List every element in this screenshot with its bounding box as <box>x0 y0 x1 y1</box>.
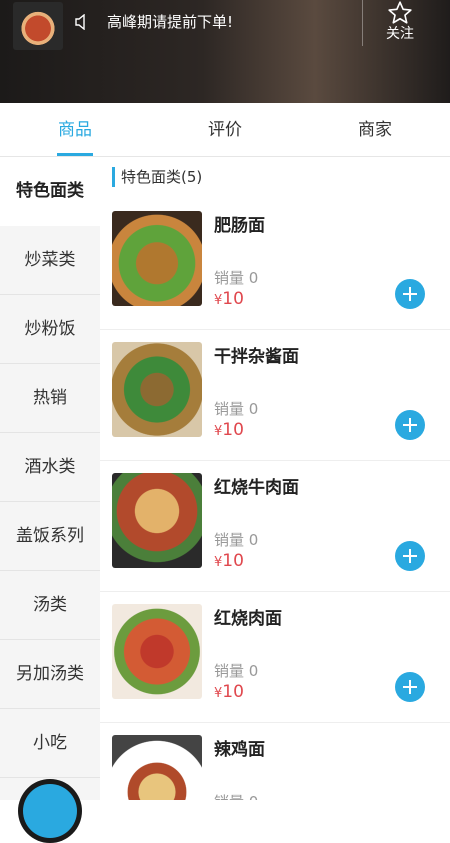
follow-label: 关注 <box>386 26 414 42</box>
header-divider <box>362 0 363 46</box>
active-tab-indicator <box>57 153 93 156</box>
product-price: ¥10 <box>214 551 244 571</box>
product-item[interactable]: 肥肠面 销量 0 ¥10 <box>100 199 450 330</box>
product-item[interactable]: 红烧牛肉面 销量 0 ¥10 <box>100 461 450 592</box>
category-item[interactable]: 酒水类 <box>0 433 100 502</box>
product-name: 肥肠面 <box>214 216 265 236</box>
product-name: 红烧肉面 <box>214 609 282 629</box>
star-outline-icon <box>388 1 412 24</box>
product-name: 红烧牛肉面 <box>214 478 299 498</box>
product-image <box>112 604 202 699</box>
product-name: 干拌杂酱面 <box>214 347 299 367</box>
add-to-cart-button[interactable] <box>395 279 425 309</box>
category-item[interactable]: 炒菜类 <box>0 226 100 295</box>
category-item[interactable]: 小吃 <box>0 709 100 778</box>
announcement-text: 高峰期请提前下单! <box>107 13 234 31</box>
store-header: 高峰期请提前下单! 关注 <box>0 0 450 103</box>
product-name: 辣鸡面 <box>214 740 265 760</box>
product-sales: 销量 0 <box>214 269 259 287</box>
product-sales: 销量 0 <box>214 531 259 549</box>
price-value: 10 <box>222 682 244 702</box>
price-value: 10 <box>222 420 244 440</box>
follow-button[interactable]: 关注 <box>370 0 430 48</box>
section-title: 特色面类(5) <box>112 167 202 187</box>
product-price: ¥10 <box>214 682 244 702</box>
price-value: 10 <box>222 289 244 309</box>
product-image <box>112 735 202 800</box>
product-sales: 销量 0 <box>214 791 258 800</box>
product-list: 特色面类(5) 肥肠面 销量 0 ¥10 干拌杂酱面 销量 0 ¥10 红烧牛肉… <box>100 157 450 800</box>
tab-goods[interactable]: 商品 <box>25 103 125 157</box>
product-image <box>112 473 202 568</box>
product-item[interactable]: 辣鸡面 销量 0 ¥10 <box>100 723 450 800</box>
product-image <box>112 342 202 437</box>
add-to-cart-button[interactable] <box>395 672 425 702</box>
product-sales: 销量 0 <box>214 400 259 418</box>
product-item[interactable]: 干拌杂酱面 销量 0 ¥10 <box>100 330 450 461</box>
speaker-icon <box>75 14 85 30</box>
category-item[interactable]: 特色面类 <box>0 157 100 226</box>
category-item[interactable]: 另加汤类 <box>0 640 100 709</box>
category-item[interactable]: 炒粉饭 <box>0 295 100 364</box>
product-price: ¥10 <box>214 289 244 309</box>
tab-merchant[interactable]: 商家 <box>325 103 425 157</box>
store-tabs: 商品 评价 商家 <box>0 103 450 157</box>
store-logo <box>13 2 63 50</box>
add-to-cart-button[interactable] <box>395 541 425 571</box>
product-item[interactable]: 红烧肉面 销量 0 ¥10 <box>100 592 450 723</box>
product-sales: 销量 0 <box>214 662 259 680</box>
tab-reviews[interactable]: 评价 <box>175 103 275 157</box>
category-sidebar: 特色面类 炒菜类 炒粉饭 热销 酒水类 盖饭系列 汤类 另加汤类 小吃 <box>0 157 100 800</box>
product-image <box>112 211 202 306</box>
category-item[interactable]: 汤类 <box>0 571 100 640</box>
product-price: ¥10 <box>214 420 244 440</box>
price-value: 10 <box>222 551 244 571</box>
cart-button[interactable] <box>18 779 82 843</box>
category-item[interactable]: 盖饭系列 <box>0 502 100 571</box>
category-item[interactable]: 热销 <box>0 364 100 433</box>
add-to-cart-button[interactable] <box>395 410 425 440</box>
